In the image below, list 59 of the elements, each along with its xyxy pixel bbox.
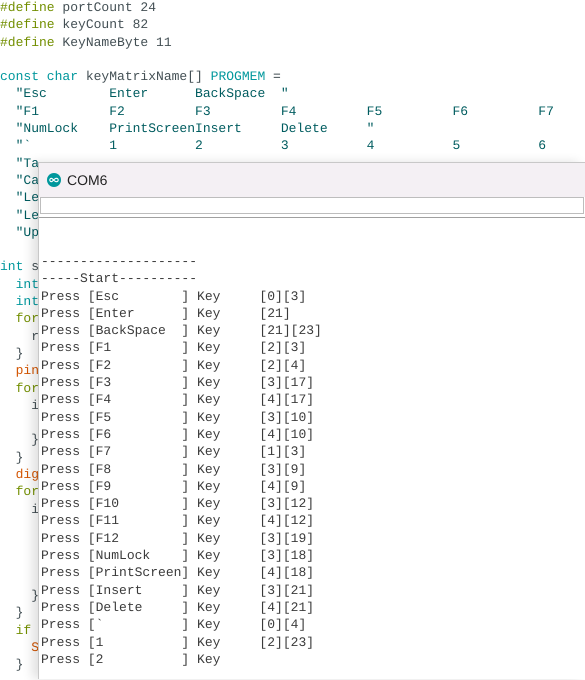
code-line: for bbox=[14, 484, 40, 500]
output-line: Press [F10 ] Key [3][12] bbox=[41, 496, 314, 512]
output-line: Press [F8 ] Key [3][9] bbox=[41, 462, 306, 477]
code-line: pin bbox=[14, 363, 40, 378]
output-line: Press [F6 ] Key [4][10] bbox=[41, 426, 314, 442]
output-line: Press [Enter ] Key [21] bbox=[41, 306, 291, 321]
output-line: Press [F2 ] Key [2][4] bbox=[41, 358, 306, 373]
code-line: "Le bbox=[14, 190, 40, 206]
code-line: "Ca bbox=[14, 172, 40, 188]
code-line: i bbox=[30, 502, 40, 517]
code-line: "NumLock PrintScreenInsert Delete " bbox=[14, 121, 374, 136]
code-line: #define keyCount 82 bbox=[0, 17, 148, 32]
output-line: Press [2 ] Key bbox=[41, 652, 220, 667]
code-line: "Le bbox=[14, 208, 40, 223]
code-line: int bbox=[14, 276, 40, 292]
output-line: Press [F1 ] Key [2][3] bbox=[41, 340, 306, 356]
output-line: Press [NumLock ] Key [3][18] bbox=[41, 548, 314, 564]
code-line: if bbox=[14, 622, 32, 638]
code-line: } bbox=[14, 657, 24, 672]
code-line: "Ta bbox=[14, 156, 40, 171]
code-line: } bbox=[14, 605, 24, 620]
code-line: for bbox=[14, 311, 40, 326]
code-line: for bbox=[14, 380, 40, 396]
output-line: Press [1 ] Key [2][23] bbox=[41, 634, 314, 650]
code-line: "Esc Enter BackSpace " bbox=[14, 86, 289, 102]
code-line: } bbox=[14, 346, 24, 361]
code-line: r bbox=[30, 328, 40, 344]
code-line: int s bbox=[0, 259, 40, 274]
window-title: COM6 bbox=[67, 170, 108, 190]
input-field[interactable] bbox=[40, 197, 584, 214]
output-line: Press [F4 ] Key [4][17] bbox=[41, 392, 314, 408]
code-line: i bbox=[30, 398, 40, 413]
code-line: #define KeyNameByte 11 bbox=[0, 34, 172, 50]
output-line: Press [F12 ] Key [3][19] bbox=[41, 530, 314, 546]
code-line: } bbox=[30, 588, 40, 604]
code-line: S bbox=[30, 640, 40, 655]
output-line: Press [F3 ] Key [3][17] bbox=[41, 375, 314, 390]
code-line: "` 1 2 3 4 5 6 bbox=[14, 138, 546, 154]
infinity-icon bbox=[47, 173, 61, 187]
code-line: } bbox=[30, 432, 40, 448]
output-line: Press [` ] Key [0][4] bbox=[41, 617, 306, 632]
code-line: "Up bbox=[14, 224, 40, 240]
output-line: Press [PrintScreen] Key [4][18] bbox=[41, 565, 314, 580]
code-line: #define portCount 24 bbox=[0, 0, 156, 15]
output-line: Press [Esc ] Key [0][3] bbox=[41, 288, 306, 304]
output-line: Press [F9 ] Key [4][9] bbox=[41, 478, 306, 494]
output-line: -----Start---------- bbox=[41, 271, 198, 286]
output-line: Press [F5 ] Key [3][10] bbox=[41, 410, 314, 425]
output-line: Press [Insert ] Key [3][21] bbox=[41, 582, 314, 598]
code-line: const char keyMatrixName[] PROGMEM = bbox=[0, 69, 281, 84]
output-line: Press [Delete ] Key [4][21] bbox=[41, 600, 314, 615]
output-line: Press [F11 ] Key [4][12] bbox=[41, 513, 314, 528]
output-line: Press [F7 ] Key [1][3] bbox=[41, 444, 306, 460]
code-line: } bbox=[14, 450, 24, 465]
code-line: "F1 F2 F3 F4 F5 F6 F7 bbox=[14, 104, 554, 119]
output-line: Press [BackSpace ] Key [21][23] bbox=[41, 323, 322, 338]
code-line: int bbox=[14, 294, 40, 310]
output-line: -------------------- bbox=[41, 254, 198, 269]
code-line: dig bbox=[14, 467, 40, 482]
